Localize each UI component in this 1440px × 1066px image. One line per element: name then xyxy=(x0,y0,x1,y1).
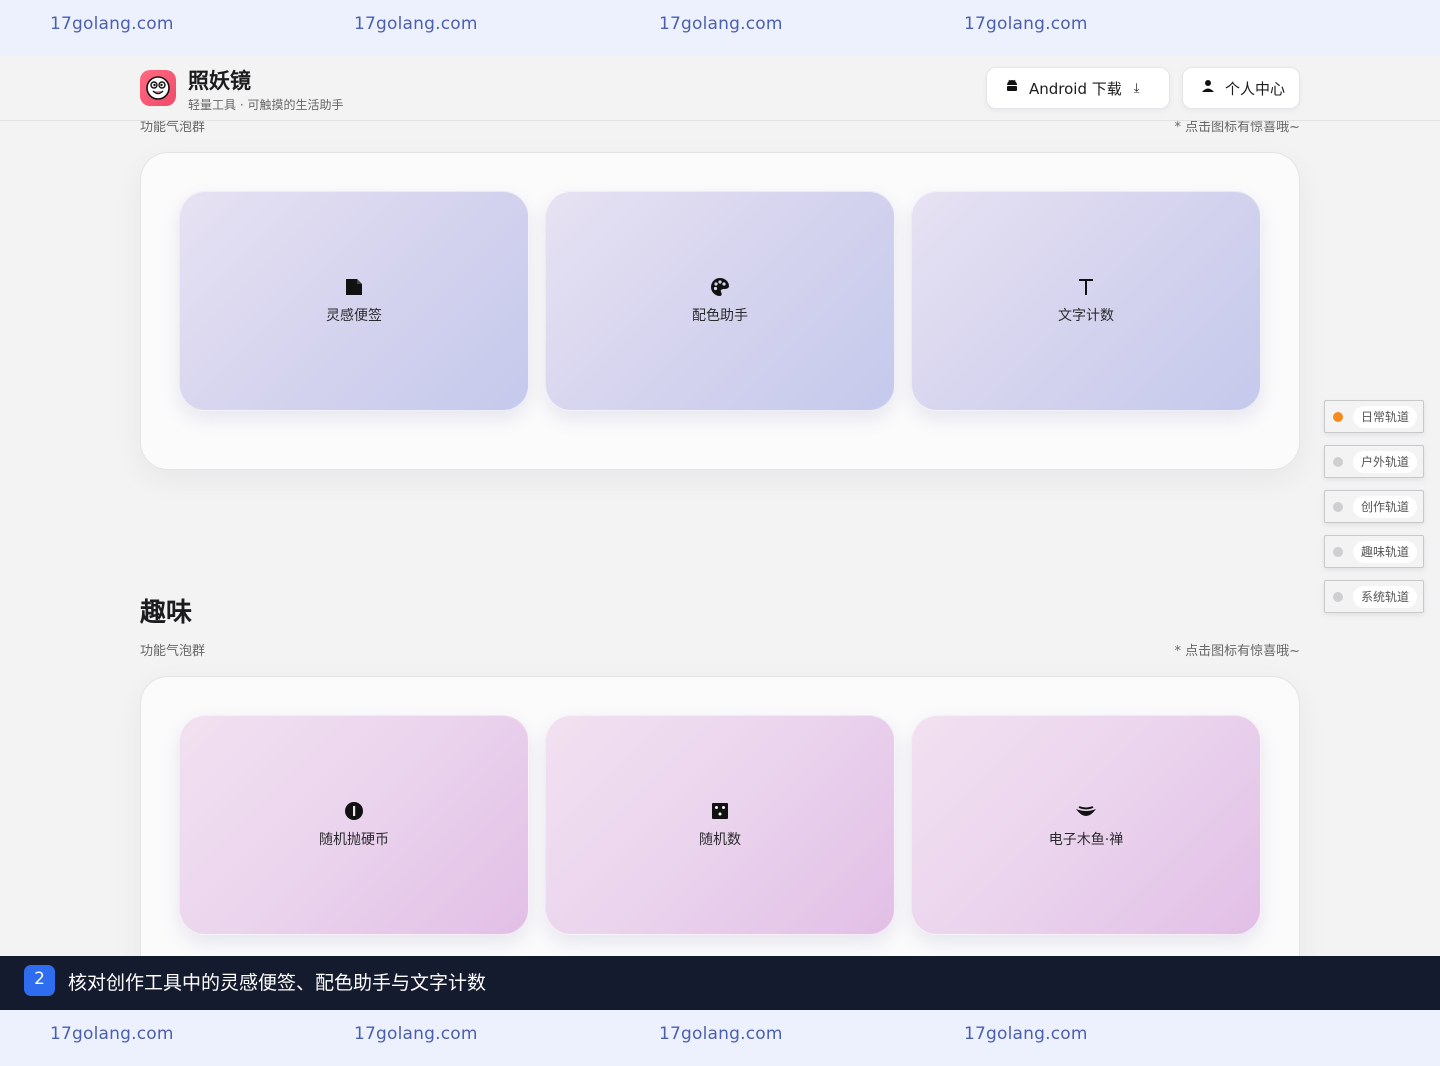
rail-label: 系统轨道 xyxy=(1353,586,1417,608)
feature-panel-creation: 灵感便签 配色助手 文字计数 xyxy=(140,152,1300,470)
rail-dot xyxy=(1333,547,1343,557)
card-label: 随机抛硬币 xyxy=(319,832,389,848)
watermark-text: 17golang.com xyxy=(659,14,783,34)
watermark-text: 17golang.com xyxy=(659,1024,783,1044)
rail-label: 趣味轨道 xyxy=(1353,541,1417,563)
android-icon xyxy=(1005,79,1019,97)
watermark-text: 17golang.com xyxy=(354,1024,478,1044)
watermark-bar-bottom: 17golang.com 17golang.com 17golang.com 1… xyxy=(0,1010,1440,1066)
card-coin-flip[interactable]: 随机抛硬币 xyxy=(179,715,529,935)
step-caption-bar: 2 核对创作工具中的灵感便签、配色助手与文字计数 xyxy=(0,956,1440,1010)
rail-dot xyxy=(1333,592,1343,602)
card-label: 电子木鱼·禅 xyxy=(1048,832,1124,848)
rail-item-daily[interactable]: 日常轨道 xyxy=(1324,400,1424,433)
watermark-text: 17golang.com xyxy=(50,14,174,34)
user-center-button[interactable]: 个人中心 xyxy=(1182,67,1300,109)
card-label: 文字计数 xyxy=(1058,308,1114,324)
card-label: 配色助手 xyxy=(692,308,748,324)
watermark-bar-top: 17golang.com 17golang.com 17golang.com 1… xyxy=(0,0,1440,56)
rail-item-fun[interactable]: 趣味轨道 xyxy=(1324,535,1424,568)
rail-label: 创作轨道 xyxy=(1353,496,1417,518)
dice-icon xyxy=(710,801,730,823)
coin-icon xyxy=(344,801,364,823)
rail-dot xyxy=(1333,502,1343,512)
app-logo[interactable] xyxy=(140,70,176,106)
logo-face-icon xyxy=(146,76,170,100)
download-icon: ⤓ xyxy=(1133,80,1140,96)
note-icon xyxy=(344,277,364,299)
section-hint: * 点击图标有惊喜哦~ xyxy=(1174,644,1300,659)
section-subtitle: 功能气泡群 xyxy=(140,644,206,659)
rail-label: 日常轨道 xyxy=(1353,406,1417,428)
rail-dot xyxy=(1333,412,1343,422)
user-center-label: 个人中心 xyxy=(1225,79,1286,98)
text-icon xyxy=(1076,277,1096,299)
android-download-button[interactable]: Android 下载 ⤓ xyxy=(986,67,1170,109)
card-color-helper[interactable]: 配色助手 xyxy=(545,191,895,411)
card-label: 随机数 xyxy=(699,832,741,848)
watermark-text: 17golang.com xyxy=(50,1024,174,1044)
rail-item-outdoor[interactable]: 户外轨道 xyxy=(1324,445,1424,478)
rail-item-creation[interactable]: 创作轨道 xyxy=(1324,490,1424,523)
palette-icon xyxy=(710,277,730,299)
section-title: 趣味 xyxy=(140,598,193,628)
app-name: 照妖镜 xyxy=(188,69,251,93)
rail-item-system[interactable]: 系统轨道 xyxy=(1324,580,1424,613)
card-random-number[interactable]: 随机数 xyxy=(545,715,895,935)
watermark-text: 17golang.com xyxy=(964,14,1088,34)
card-word-count[interactable]: 文字计数 xyxy=(911,191,1261,411)
watermark-text: 17golang.com xyxy=(964,1024,1088,1044)
card-inspiration-note[interactable]: 灵感便签 xyxy=(179,191,529,411)
android-download-label: Android 下载 xyxy=(1029,79,1122,98)
app-header: 照妖镜 轻量工具 · 可触摸的生活助手 Android 下载 ⤓ 个人中心 xyxy=(0,56,1440,121)
app-subtitle: 轻量工具 · 可触摸的生活助手 xyxy=(188,98,344,112)
step-caption-text: 核对创作工具中的灵感便签、配色助手与文字计数 xyxy=(68,972,487,994)
rail-label: 户外轨道 xyxy=(1353,451,1417,473)
user-icon xyxy=(1201,79,1215,97)
wooden-fish-icon xyxy=(1075,801,1097,823)
card-wooden-fish[interactable]: 电子木鱼·禅 xyxy=(911,715,1261,935)
watermark-text: 17golang.com xyxy=(354,14,478,34)
rail-dot xyxy=(1333,457,1343,467)
step-number-badge: 2 xyxy=(24,965,55,996)
card-label: 灵感便签 xyxy=(326,308,382,324)
